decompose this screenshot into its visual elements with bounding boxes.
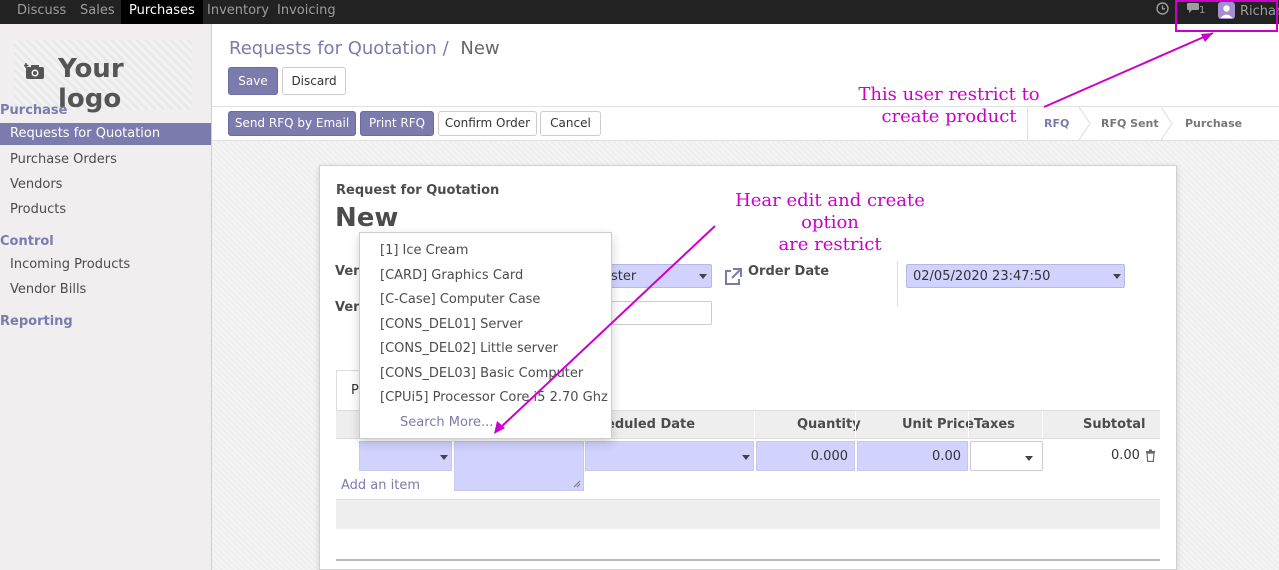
annotation-line: create product (881, 106, 1017, 127)
column-divider (855, 411, 856, 438)
user-name[interactable]: Richar (1240, 2, 1279, 26)
column-divider (754, 411, 755, 438)
section-purchase: Purchase (0, 103, 68, 118)
column-quantity[interactable]: Quantity (797, 411, 861, 438)
vendor-value: ster (611, 269, 637, 284)
section-control: Control (0, 234, 54, 249)
sidebar: Your logo Purchase Requests for Quotatio… (0, 24, 212, 570)
product-autocomplete-dropdown: [1] Ice Cream [CARD] Graphics Card [C-Ca… (359, 232, 612, 439)
dropdown-option[interactable]: [CPUi5] Processor Core i5 2.70 Ghz (380, 390, 608, 405)
column-divider (968, 411, 969, 438)
save-button[interactable]: Save (228, 67, 278, 95)
breadcrumb-separator: / (442, 38, 449, 59)
dropdown-option[interactable]: [C-Case] Computer Case (380, 292, 540, 307)
stage-rfq[interactable]: RFQ (1044, 107, 1069, 140)
quantity-cell[interactable]: 0.000 (756, 441, 855, 471)
stage-chevron-icon (1160, 107, 1173, 140)
chevron-down-icon[interactable] (440, 455, 448, 460)
tab-label: P (351, 383, 359, 398)
annotation-user-restrict: This user restrict to create product (858, 84, 1040, 128)
dropdown-option[interactable]: [CARD] Graphics Card (380, 268, 523, 283)
chevron-down-icon[interactable] (1113, 274, 1121, 279)
section-divider (336, 559, 1160, 563)
send-rfq-email-button[interactable]: Send RFQ by Email (228, 111, 356, 136)
discard-button[interactable]: Discard (282, 67, 346, 95)
annotation-arrow (1043, 32, 1214, 108)
column-divider (1042, 411, 1043, 438)
sidebar-item-products[interactable]: Products (0, 199, 211, 221)
external-link-icon[interactable] (723, 267, 743, 291)
product-cell[interactable] (359, 441, 452, 471)
subtotal-value: 0.00 (1111, 448, 1140, 463)
menu-invoicing[interactable]: Invoicing (277, 0, 336, 24)
company-logo[interactable]: Your logo (14, 40, 192, 114)
menu-purchases[interactable]: Purchases (121, 0, 203, 24)
cancel-button[interactable]: Cancel (540, 111, 601, 136)
annotation-arrowhead (1201, 33, 1213, 42)
order-date-field[interactable]: 02/05/2020 23:47:50 (906, 264, 1125, 288)
print-rfq-button[interactable]: Print RFQ (360, 111, 434, 136)
column-subtotal[interactable]: Subtotal (1083, 411, 1146, 438)
chevron-down-icon[interactable] (699, 274, 707, 279)
breadcrumb: Requests for Quotation / New (229, 38, 500, 59)
column-unit-price[interactable]: Unit Price (902, 411, 974, 438)
trash-icon[interactable] (1145, 449, 1156, 466)
add-item-link[interactable]: Add an item (341, 478, 420, 493)
order-date-divider (897, 262, 898, 306)
quantity-value: 0.000 (810, 449, 848, 464)
scheduled-date-cell[interactable] (585, 441, 754, 471)
dropdown-option[interactable]: [CONS_DEL03] Basic Computer (380, 366, 583, 381)
menu-inventory[interactable]: Inventory (207, 0, 269, 24)
order-date-value: 02/05/2020 23:47:50 (913, 269, 1051, 284)
unit-price-cell[interactable]: 0.00 (857, 441, 968, 471)
search-more-link[interactable]: Search More... (400, 415, 493, 430)
column-taxes[interactable]: Taxes (974, 411, 1015, 438)
sidebar-item-purchase-orders[interactable]: Purchase Orders (0, 149, 211, 171)
dropdown-option[interactable]: [CONS_DEL01] Server (380, 317, 523, 332)
breadcrumb-parent[interactable]: Requests for Quotation (229, 38, 437, 59)
sidebar-item-requests-for-quotation[interactable]: Requests for Quotation (0, 123, 211, 145)
action-status-bar: Send RFQ by Email Print RFQ Confirm Orde… (212, 106, 1279, 163)
menu-sales[interactable]: Sales (80, 0, 115, 24)
clock-icon[interactable] (1156, 2, 1169, 26)
stage-rfq-sent[interactable]: RFQ Sent (1101, 107, 1159, 140)
section-reporting[interactable]: Reporting (0, 314, 73, 329)
sidebar-item-vendors[interactable]: Vendors (0, 174, 211, 196)
sidebar-item-vendor-bills[interactable]: Vendor Bills (0, 279, 211, 301)
order-date-label: Order Date (748, 264, 830, 279)
table-footer (336, 499, 1160, 529)
stage-purchase-order[interactable]: Purchase Order (1185, 107, 1279, 163)
annotation-edit-restrict: Hear edit and create option are restrict (712, 190, 948, 256)
logo-text: Your logo (58, 54, 124, 114)
chevron-down-icon[interactable] (1025, 456, 1033, 461)
camera-plus-icon (23, 62, 46, 80)
annotation-line: This user restrict to (858, 84, 1040, 105)
dropdown-option[interactable]: [1] Ice Cream (380, 243, 468, 258)
sidebar-item-incoming-products[interactable]: Incoming Products (0, 254, 211, 276)
annotation-line: Hear edit and create option (735, 190, 925, 233)
breadcrumb-current: New (460, 38, 500, 59)
unit-price-value: 0.00 (932, 449, 961, 464)
avatar[interactable] (1218, 2, 1235, 26)
dropdown-option[interactable]: [CONS_DEL02] Little server (380, 341, 558, 356)
top-navbar: Discuss Sales Purchases Inventory Invoic… (0, 0, 1279, 24)
description-textarea[interactable] (454, 441, 584, 491)
chevron-down-icon[interactable] (742, 455, 750, 460)
form-subtitle: Request for Quotation (336, 183, 500, 198)
taxes-cell[interactable] (970, 441, 1043, 471)
menu-discuss[interactable]: Discuss (17, 0, 66, 24)
resize-handle-icon[interactable] (573, 480, 581, 488)
column-scheduled-date[interactable]: eduled Date (606, 411, 695, 438)
form-title: New (335, 203, 399, 233)
chat-count-badge: 1 (1199, 5, 1206, 16)
annotation-line: are restrict (778, 234, 882, 255)
confirm-order-button[interactable]: Confirm Order (438, 111, 537, 136)
stage-chevron-icon (1078, 107, 1091, 140)
